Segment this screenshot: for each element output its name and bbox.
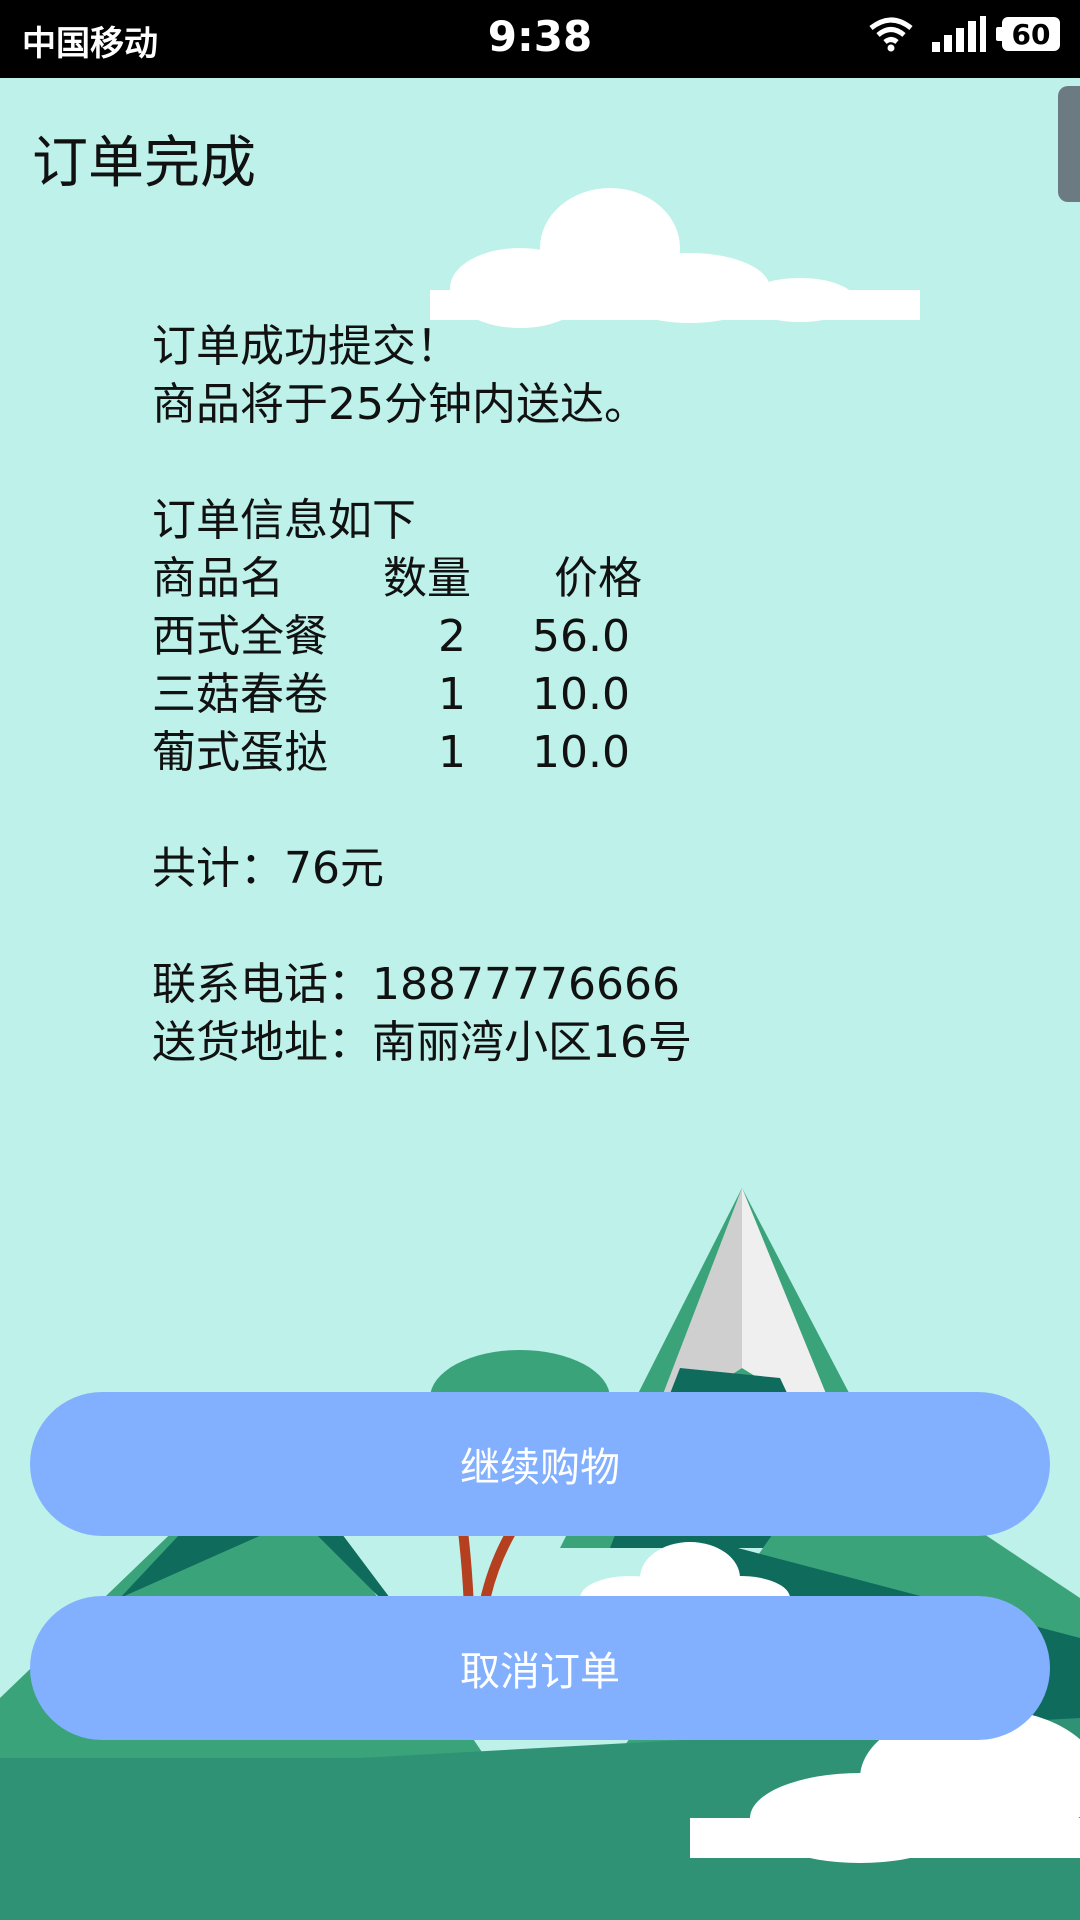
order-total: 共计：76元 [152, 843, 384, 894]
item-name: 葡式蛋挞 [152, 727, 328, 778]
order-summary: 订单成功提交！ 商品将于25分钟内送达。 订单信息如下 商品名 数量 价格 西式… [152, 318, 692, 1072]
table-header: 商品名 数量 价格 [152, 550, 692, 608]
contact-phone: 联系电话：18877776666 [152, 959, 680, 1010]
signal-icon [932, 16, 986, 52]
item-price: 56.0 [532, 611, 630, 662]
table-row: 三菇春卷 1 10.0 [152, 666, 692, 724]
edge-handle[interactable] [1058, 86, 1080, 202]
status-bar: 中国移动 9:38 60 [0, 0, 1080, 78]
wifi-icon [869, 17, 913, 52]
success-message: 订单成功提交！ [152, 321, 460, 372]
item-price: 10.0 [532, 669, 630, 720]
header-qty: 数量 [383, 553, 471, 604]
header-price: 价格 [554, 553, 642, 604]
item-qty: 1 [438, 727, 466, 778]
item-price: 10.0 [532, 727, 630, 778]
page-title: 订单完成 [32, 131, 256, 196]
continue-shopping-button[interactable]: 继续购物 [30, 1392, 1050, 1536]
table-row: 西式全餐 2 56.0 [152, 608, 692, 666]
item-qty: 2 [438, 611, 466, 662]
cancel-order-button[interactable]: 取消订单 [30, 1596, 1050, 1740]
status-icons: 60 [868, 16, 1060, 52]
cloud-top [430, 188, 920, 328]
item-name: 三菇春卷 [152, 669, 328, 720]
order-info-heading: 订单信息如下 [152, 495, 416, 546]
battery-icon: 60 [996, 17, 1060, 51]
delivery-address: 送货地址：南丽湾小区16号 [152, 1017, 692, 1068]
delivery-message: 商品将于25分钟内送达。 [152, 379, 648, 430]
item-name: 西式全餐 [152, 611, 328, 662]
header-name: 商品名 [152, 553, 284, 604]
item-qty: 1 [438, 669, 466, 720]
table-row: 葡式蛋挞 1 10.0 [152, 724, 692, 782]
